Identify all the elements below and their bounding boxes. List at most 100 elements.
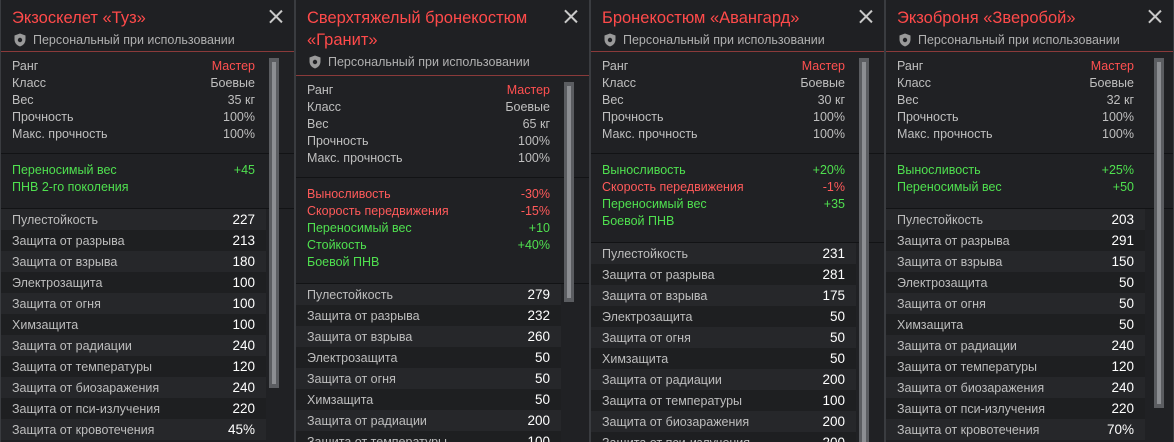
stat-label: Переносимый вес: [307, 221, 412, 235]
stat-label: Выносливость: [897, 163, 981, 177]
bonus-stats: Выносливость +25% Переносимый вес +50: [886, 154, 1145, 202]
stat-row: Класс Боевые: [602, 75, 845, 92]
scrollbar[interactable]: [564, 82, 574, 302]
stat-label: Защита от огня: [307, 371, 396, 386]
stat-value: 65 кг: [522, 117, 550, 131]
protection-row: Защита от биозаражения 240: [886, 377, 1145, 398]
stat-row: Вес 65 кг: [307, 116, 550, 133]
stat-value: +50: [1112, 180, 1134, 194]
protection-row: Защита от разрыва 213: [1, 230, 266, 251]
subtitle-text: Персональный при использовании: [328, 55, 530, 69]
stat-row: Класс Боевые: [12, 75, 255, 92]
stat-label: Класс: [12, 76, 47, 90]
stat-value: +25%: [1101, 163, 1134, 177]
bonus-row: Боевой ПНВ: [307, 254, 550, 271]
stat-value: 260: [527, 329, 550, 344]
scrollbar[interactable]: [1154, 58, 1164, 408]
protection-row: Защита от радиации 200: [591, 369, 856, 390]
protection-row: Защита от температуры 120: [886, 356, 1145, 377]
stat-row: Класс Боевые: [307, 99, 550, 116]
basic-stats: Ранг Мастер Класс Боевые Вес 32 кг Прочность 10…: [886, 52, 1145, 147]
item-title: Бронекостюм «Авангард»: [602, 9, 800, 27]
bonus-row: Переносимый вес +10: [307, 220, 550, 237]
stat-label: Пулестойкость: [307, 287, 394, 302]
protection-row: Пулестойкость 231: [591, 243, 856, 264]
stat-value: 100%: [813, 110, 845, 124]
close-icon[interactable]: [269, 10, 282, 23]
bonus-row: Переносимый вес +35: [602, 196, 845, 213]
protection-row: Защита от разрыва 281: [591, 264, 856, 285]
close-icon[interactable]: [1148, 10, 1161, 23]
bonus-row: Переносимый вес +50: [897, 179, 1134, 196]
protection-row: Защита от пси-излучения 220: [886, 398, 1145, 419]
protection-row: Защита от разрыва 232: [296, 305, 561, 326]
stat-label: Защита от пси-излучения: [602, 436, 750, 442]
stat-value: 100%: [223, 110, 255, 124]
bonus-stats: Переносимый вес +45 ПНВ 2-го поколения: [1, 154, 266, 202]
stat-label: Защита от разрыва: [897, 233, 1010, 248]
stat-value: 291: [1111, 233, 1134, 248]
stat-label: ПНВ 2-го поколения: [12, 180, 129, 194]
basic-stats: Ранг Мастер Класс Боевые Вес 65 кг Прочность 10…: [296, 76, 561, 171]
stat-label: Вес: [307, 117, 329, 131]
tooltip-header: Экзоброня «Зверобой» Персональный при ис…: [886, 0, 1173, 52]
stat-value: 70%: [1106, 422, 1134, 437]
stat-label: Защита от биозаражения: [897, 380, 1045, 395]
stat-row: Прочность 100%: [12, 109, 255, 126]
stat-label: Защита от радиации: [307, 413, 427, 428]
protection-row: Электрозащита 100: [1, 272, 266, 293]
stat-value: 227: [232, 212, 255, 227]
personal-note: Персональный при использовании: [1, 30, 294, 50]
close-icon[interactable]: [859, 10, 872, 23]
bonus-stats: Выносливость +20% Скорость передвижения -1%…: [591, 154, 856, 236]
stat-label: Защита от температуры: [307, 434, 448, 442]
stat-row: Вес 32 кг: [897, 92, 1134, 109]
stat-value: 240: [232, 380, 255, 395]
stat-label: Химзащита: [602, 351, 669, 366]
item-tooltip-zveroboy: Экзоброня «Зверобой» Персональный при ис…: [885, 0, 1174, 442]
stat-label: Прочность: [897, 110, 959, 124]
stat-value: 100: [232, 275, 255, 290]
stat-label: Защита от разрыва: [12, 233, 125, 248]
stat-label: Класс: [602, 76, 637, 90]
tooltip-header: Экзоскелет «Туз» Персональный при исполь…: [1, 0, 294, 52]
item-tooltip-granit: Сверхтяжелый бронекостюм «Гранит» Персон…: [295, 0, 590, 442]
stat-value: +20%: [812, 163, 845, 177]
stat-value: 232: [527, 308, 550, 323]
protection-row: Защита от взрыва 175: [591, 285, 856, 306]
stat-value: 213: [232, 233, 255, 248]
stat-value: +45: [233, 163, 255, 177]
stat-label: Макс. прочность: [897, 127, 993, 141]
item-tooltip-avangard: Бронекостюм «Авангард» Персональный при …: [590, 0, 885, 442]
stat-label: Переносимый вес: [897, 180, 1002, 194]
stat-value: 100: [822, 393, 845, 408]
stat-value: Боевые: [505, 100, 550, 114]
stat-label: Ранг: [897, 59, 924, 73]
protection-row: Защита от радиации 240: [886, 335, 1145, 356]
stat-value: 240: [1111, 380, 1134, 395]
stat-value: Мастер: [506, 83, 550, 97]
protection-stats: Пулестойкость 279 Защита от разрыва 232 Защи…: [296, 284, 561, 442]
scrollbar[interactable]: [269, 58, 279, 388]
protection-row: Защита от огня 100: [1, 293, 266, 314]
subtitle-text: Персональный при использовании: [918, 33, 1120, 47]
protection-row: Защита от взрыва 180: [1, 251, 266, 272]
stat-value: 279: [527, 287, 550, 302]
stat-value: 100%: [223, 127, 255, 141]
close-icon[interactable]: [564, 10, 577, 23]
tooltip-body: Ранг Мастер Класс Боевые Вес 65 кг Прочность 10…: [296, 76, 589, 442]
stat-value: 220: [1111, 401, 1134, 416]
stat-row: Макс. прочность 100%: [602, 126, 845, 143]
stat-row: Макс. прочность 100%: [307, 150, 550, 167]
stat-label: Ранг: [602, 59, 629, 73]
protection-row: Защита от радиации 240: [1, 335, 266, 356]
stat-value: 32 кг: [1106, 93, 1134, 107]
stat-label: Вес: [12, 93, 34, 107]
bonus-row: Выносливость -30%: [307, 186, 550, 203]
scrollbar[interactable]: [859, 58, 869, 442]
stat-label: Электрозащита: [307, 350, 398, 365]
stat-label: Защита от взрыва: [12, 254, 118, 269]
stat-label: Защита от радиации: [12, 338, 132, 353]
stat-row: Ранг Мастер: [897, 58, 1134, 75]
stat-value: 180: [232, 254, 255, 269]
